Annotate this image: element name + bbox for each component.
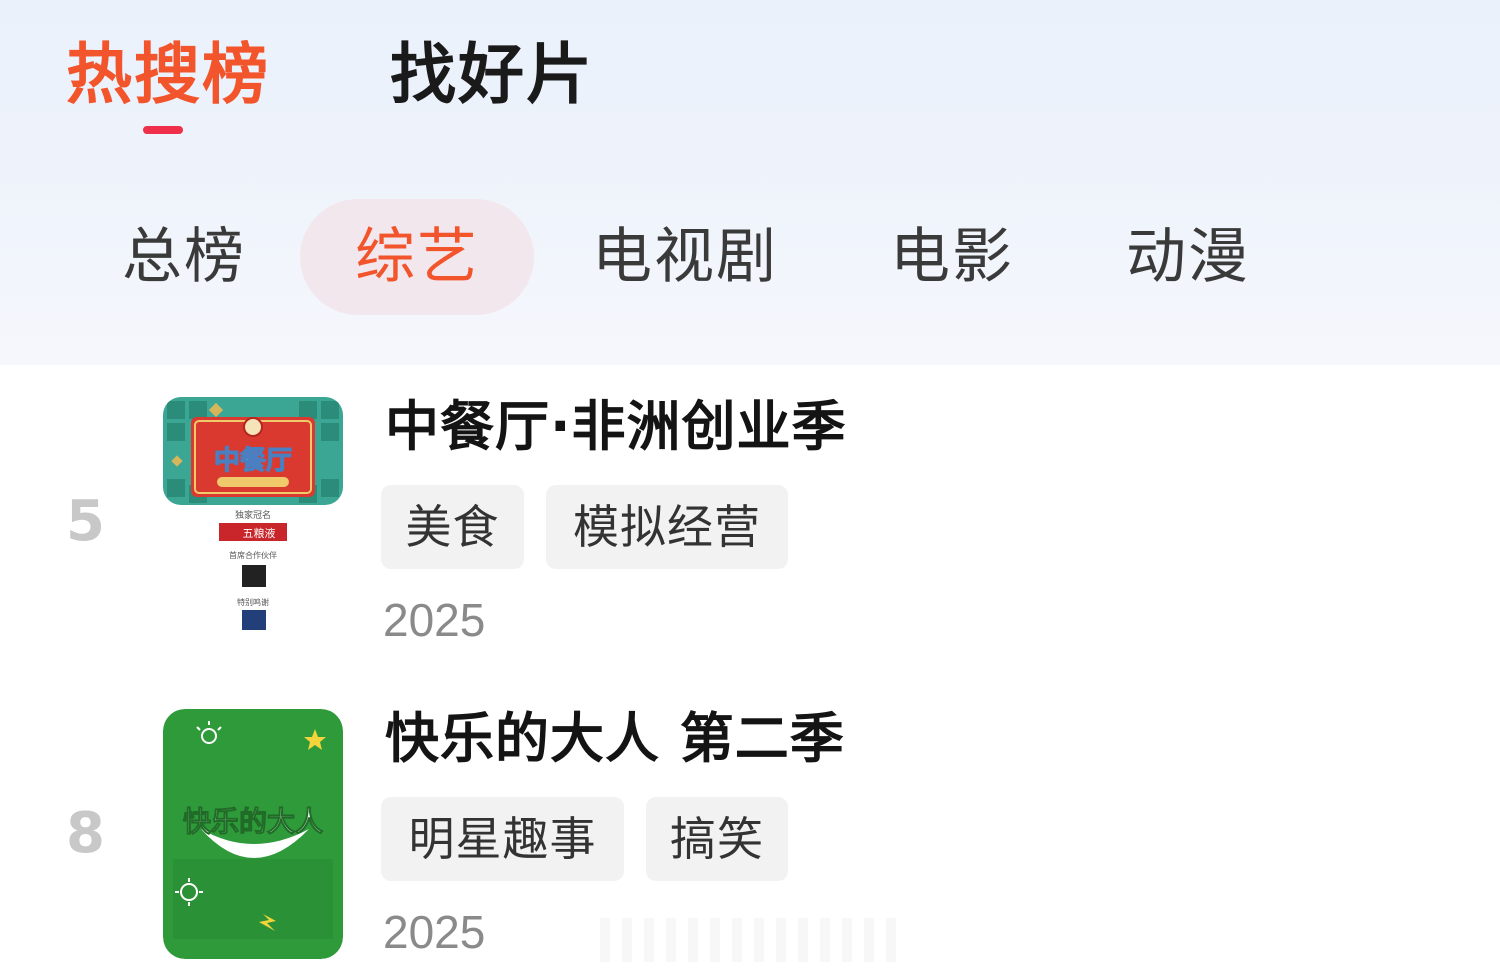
release-year: 2025 [383,594,486,646]
rank-number: 5 [66,489,105,554]
category-tab-tv-series[interactable]: 电视剧 [592,220,778,294]
show-title[interactable]: 快乐的大人 第二季 [385,707,845,771]
tab-hot-search[interactable]: 热搜榜 [66,35,270,115]
rank-number: 8 [66,801,105,866]
happy-adults-poster: 快乐的大人 [163,709,343,959]
svg-text:中餐厅: 中餐厅 [214,446,292,476]
poster-image[interactable]: 快乐的大人 [163,709,343,959]
category-tab-movie[interactable]: 电影 [890,220,1014,294]
release-year: 2025 [383,906,486,958]
show-title[interactable]: 中餐厅·非洲创业季 [385,395,847,459]
loading-placeholder [600,918,900,962]
category-tab-anime[interactable]: 动漫 [1126,220,1250,294]
poster-image[interactable]: 中餐厅 独家冠名 五粮液 首席合作伙伴 特别鸣谢 [163,397,343,633]
tag-food[interactable]: 美食 [381,485,524,569]
category-tab-variety[interactable]: 综艺 [355,220,479,294]
active-tab-indicator [143,126,183,134]
restaurant-show-poster: 中餐厅 独家冠名 五粮液 首席合作伙伴 特别鸣谢 [163,397,343,633]
tag-comedy[interactable]: 搞笑 [646,797,788,881]
tag-celebrity-stories[interactable]: 明星趣事 [381,797,624,881]
tab-find-good-shows[interactable]: 找好片 [390,35,594,115]
hot-list-page: 热搜榜 找好片 总榜 综艺 电视剧 电影 动漫 5 中餐厅 独家冠名 五粮液 首… [0,0,1500,975]
svg-text:快乐的大人: 快乐的大人 [183,805,323,838]
tag-management-sim[interactable]: 模拟经营 [546,485,788,569]
category-tab-overall[interactable]: 总榜 [122,220,246,294]
svg-text:独家冠名: 独家冠名 [235,509,271,521]
svg-text:首席合作伙伴: 首席合作伙伴 [229,550,277,560]
svg-text:五粮液: 五粮液 [243,526,276,540]
svg-text:特别鸣谢: 特别鸣谢 [237,597,269,607]
